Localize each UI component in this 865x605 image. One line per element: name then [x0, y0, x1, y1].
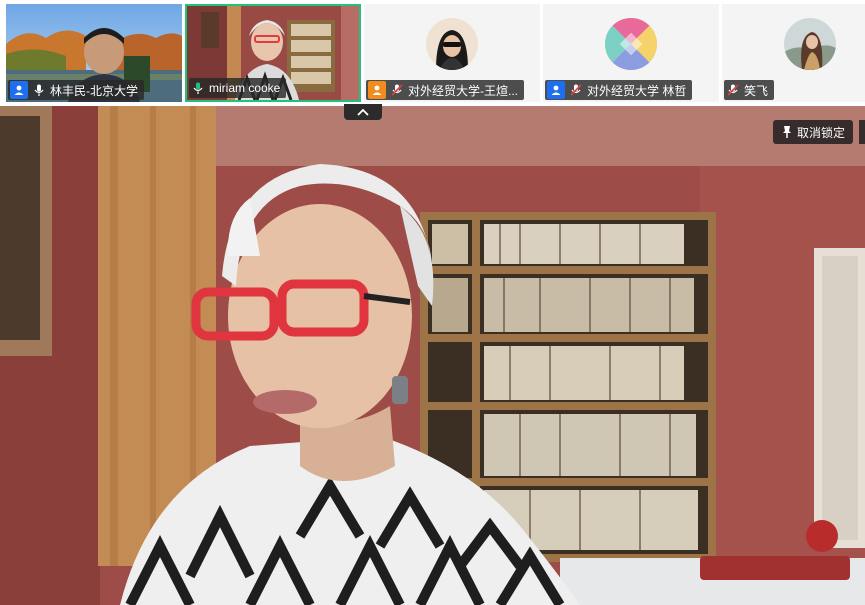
- main-speaker-video: 取消锁定: [0, 106, 865, 605]
- microphone-muted-icon: [390, 83, 404, 97]
- microphone-muted-icon: [726, 83, 740, 97]
- participant-strip: 林丰民-北京大学 miriam cooke 对外经贸大学-王煊... 对外经贸大…: [0, 0, 865, 104]
- participant-tile[interactable]: 笑飞: [722, 4, 865, 102]
- participant-tile-active[interactable]: miriam cooke: [185, 4, 361, 102]
- cohost-badge-icon: [368, 81, 386, 99]
- more-options-button[interactable]: [859, 120, 865, 144]
- participant-name: 对外经贸大学 林哲: [587, 83, 687, 98]
- participant-nameplate: 对外经贸大学 林哲: [545, 80, 693, 100]
- participant-name: 对外经贸大学-王煊...: [408, 83, 518, 98]
- participant-tile[interactable]: 对外经贸大学 林哲: [543, 4, 719, 102]
- participant-name: miriam cooke: [209, 81, 281, 95]
- unpin-label: 取消锁定: [796, 125, 845, 140]
- microphone-icon: [32, 83, 46, 97]
- participant-avatar: [605, 18, 657, 70]
- participant-nameplate: 对外经贸大学-王煊...: [366, 80, 524, 100]
- participant-nameplate: miriam cooke: [189, 78, 287, 98]
- unpin-video-button[interactable]: 取消锁定: [772, 120, 853, 144]
- pin-icon: [782, 126, 791, 138]
- participant-avatar: [784, 18, 836, 70]
- collapse-strip-button[interactable]: [344, 104, 382, 120]
- microphone-muted-icon: [569, 83, 583, 97]
- participant-tile[interactable]: 对外经贸大学-王煊...: [364, 4, 540, 102]
- participant-nameplate: 林丰民-北京大学: [8, 80, 144, 100]
- host-badge-icon: [547, 81, 565, 99]
- participant-name: 笑飞: [744, 83, 769, 98]
- participant-name: 林丰民-北京大学: [50, 83, 138, 98]
- chevron-up-icon: [357, 108, 369, 116]
- host-badge-icon: [10, 81, 28, 99]
- speaker-video-frame: [0, 106, 865, 605]
- microphone-active-icon: [191, 81, 205, 95]
- participant-nameplate: 笑飞: [724, 80, 775, 100]
- participant-avatar: [426, 18, 478, 70]
- participant-tile[interactable]: 林丰民-北京大学: [6, 4, 182, 102]
